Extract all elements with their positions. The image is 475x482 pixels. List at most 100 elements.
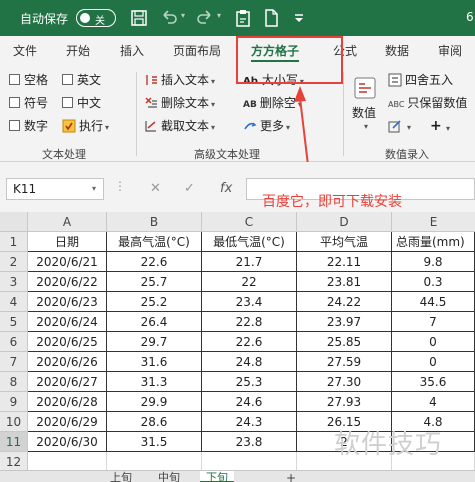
name-box[interactable]: K11 <box>6 178 104 200</box>
table-cell[interactable]: 24.3 <box>202 412 297 432</box>
undo-icon[interactable] <box>158 7 180 29</box>
table-cell[interactable]: 2020/6/28 <box>28 392 107 412</box>
checkbox-box[interactable] <box>62 74 73 85</box>
checkbox-symbol[interactable]: 符号 <box>9 96 48 110</box>
table-cell[interactable]: 2020/6/30 <box>28 432 107 452</box>
new-file-icon[interactable] <box>260 7 282 29</box>
row-header[interactable]: 6 <box>0 332 28 352</box>
row-header[interactable]: 11 <box>0 432 28 452</box>
row-header[interactable]: 5 <box>0 312 28 332</box>
table-cell[interactable]: 2020/6/29 <box>28 412 107 432</box>
table-cell[interactable]: 22.6 <box>202 332 297 352</box>
table-cell[interactable]: 2020/6/22 <box>28 272 107 292</box>
add-sheet-icon[interactable]: + <box>280 471 302 482</box>
execute-button[interactable]: 执行 ▾ <box>62 119 109 135</box>
tab-page-layout[interactable]: 页面布局 <box>173 42 221 59</box>
table-cell[interactable]: 4 <box>392 392 475 412</box>
tab-home[interactable]: 开始 <box>66 42 90 59</box>
table-cell[interactable]: 9.8 <box>392 252 475 272</box>
cancel-icon[interactable]: ✕ <box>150 181 161 196</box>
sheet-tab-late[interactable]: 下旬 <box>200 471 234 482</box>
row-header[interactable]: 8 <box>0 372 28 392</box>
sheet-tab-early[interactable]: 上旬 <box>104 471 138 482</box>
table-cell[interactable]: 22.11 <box>297 252 392 272</box>
chevron-down-icon[interactable]: ▾ <box>446 122 450 136</box>
table-cell[interactable]: 22 <box>202 272 297 292</box>
customize-quick-access-icon[interactable] <box>288 7 310 29</box>
table-cell[interactable]: 25.2 <box>107 292 202 312</box>
table-cell[interactable]: 25.3 <box>202 372 297 392</box>
extract-text-button[interactable]: 截取文本 ▾ <box>144 119 215 135</box>
table-cell[interactable]: 31.3 <box>107 372 202 392</box>
header-cell[interactable]: 最高气温(°C) <box>107 232 202 252</box>
checkbox-box[interactable] <box>9 74 20 85</box>
table-cell[interactable]: 2020/6/26 <box>28 352 107 372</box>
tab-data[interactable]: 数据 <box>385 42 409 59</box>
tab-insert[interactable]: 插入 <box>120 42 144 59</box>
checkbox-box[interactable] <box>9 97 20 108</box>
table-cell[interactable]: 29.9 <box>107 392 202 412</box>
row-header[interactable]: 12 <box>0 452 28 472</box>
row-header[interactable]: 4 <box>0 292 28 312</box>
checkbox-box[interactable] <box>9 120 20 131</box>
header-cell[interactable]: 日期 <box>28 232 107 252</box>
table-cell[interactable]: 0 <box>392 332 475 352</box>
column-header-e[interactable]: E <box>392 212 475 232</box>
column-header-c[interactable]: C <box>202 212 297 232</box>
table-cell[interactable]: 2020/6/27 <box>28 372 107 392</box>
checkbox-space[interactable]: 空格 <box>9 73 48 87</box>
number-button[interactable]: 数值 ▾ <box>350 72 380 134</box>
table-cell[interactable]: 44.5 <box>392 292 475 312</box>
table-cell[interactable]: 31.6 <box>107 352 202 372</box>
paste-format-icon[interactable] <box>232 7 254 29</box>
column-header-d[interactable]: D <box>297 212 392 232</box>
delete-text-button[interactable]: 删除文本 ▾ <box>144 96 215 112</box>
table-cell[interactable]: 23.81 <box>297 272 392 292</box>
table-cell[interactable]: 2020/6/21 <box>28 252 107 272</box>
table-cell[interactable]: 0 <box>392 352 475 372</box>
header-cell[interactable]: 平均气温 <box>297 232 392 252</box>
column-header-b[interactable]: B <box>107 212 202 232</box>
select-all-corner[interactable] <box>0 212 28 232</box>
table-cell[interactable]: 28.6 <box>107 412 202 432</box>
plus-icon[interactable]: + <box>430 119 442 133</box>
table-cell[interactable]: 2020/6/23 <box>28 292 107 312</box>
column-header-a[interactable]: A <box>28 212 107 232</box>
row-header[interactable]: 3 <box>0 272 28 292</box>
table-cell[interactable]: 2020/6/25 <box>28 332 107 352</box>
table-cell[interactable]: 7 <box>392 312 475 332</box>
table-cell[interactable]: 24.8 <box>202 352 297 372</box>
table-cell[interactable]: 22.8 <box>202 312 297 332</box>
redo-icon[interactable] <box>194 7 216 29</box>
table-cell[interactable]: 22.6 <box>107 252 202 272</box>
checkbox-number[interactable]: 数字 <box>9 119 48 133</box>
more-button[interactable]: 更多 ▾ <box>243 119 290 135</box>
undo-dropdown-icon[interactable]: ▾ <box>181 11 185 20</box>
table-cell[interactable]: 27.59 <box>297 352 392 372</box>
table-cell[interactable] <box>28 452 107 472</box>
function-icon[interactable]: fx <box>220 181 232 196</box>
table-cell[interactable]: 0.3 <box>392 272 475 292</box>
table-cell[interactable]: 25.85 <box>297 332 392 352</box>
chevron-down-icon[interactable]: ▾ <box>92 184 96 193</box>
table-cell[interactable]: 26.4 <box>107 312 202 332</box>
checkbox-english[interactable]: 英文 <box>62 73 101 87</box>
table-cell[interactable]: 29.7 <box>107 332 202 352</box>
insert-text-button[interactable]: 插入文本 ▾ <box>144 73 215 89</box>
checkbox-chinese[interactable]: 中文 <box>62 96 101 110</box>
table-cell[interactable]: 23.97 <box>297 312 392 332</box>
table-cell[interactable]: 27.93 <box>297 392 392 412</box>
tab-file[interactable]: 文件 <box>13 42 37 59</box>
row-header[interactable]: 1 <box>0 232 28 252</box>
table-cell[interactable]: 25.7 <box>107 272 202 292</box>
table-cell[interactable]: 24.6 <box>202 392 297 412</box>
table-cell[interactable]: 21.7 <box>202 252 297 272</box>
round-button[interactable]: 四舍五入 <box>388 73 453 87</box>
table-cell[interactable]: 24.22 <box>297 292 392 312</box>
tab-review[interactable]: 审阅 <box>438 42 462 59</box>
save-icon[interactable] <box>128 7 150 29</box>
autosave-toggle[interactable]: 关 <box>76 9 116 27</box>
table-cell[interactable]: 23.4 <box>202 292 297 312</box>
table-cell[interactable]: 23.8 <box>202 432 297 452</box>
row-header[interactable]: 9 <box>0 392 28 412</box>
